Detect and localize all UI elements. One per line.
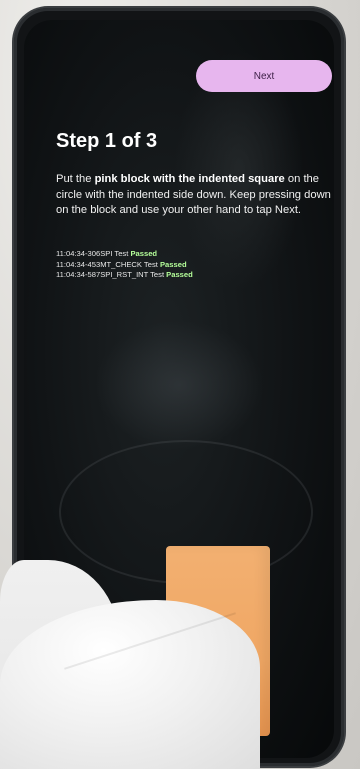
log-line: 11:04:34-453MT_CHECK Test Passed bbox=[56, 259, 187, 269]
status-passed: Passed bbox=[130, 249, 158, 258]
step-title: Step 1 of 3 bbox=[56, 130, 158, 152]
instruction-highlight: pink block with the indented square bbox=[94, 173, 285, 185]
screen-reflection bbox=[94, 320, 264, 450]
log-line: 11:04:34-587SPI_RST_INT Test Passed bbox=[56, 270, 193, 280]
status-passed: Passed bbox=[159, 259, 187, 269]
test-log: 11:04:34-306SPI Test Passed 11:04:34-453… bbox=[56, 249, 326, 281]
status-passed: Passed bbox=[166, 270, 193, 280]
next-button[interactable]: Next bbox=[196, 60, 332, 92]
instruction-text: Put the pink block with the indented squ… bbox=[56, 173, 331, 216]
log-line: 11:04:34-306SPI Test Passed bbox=[56, 249, 158, 258]
